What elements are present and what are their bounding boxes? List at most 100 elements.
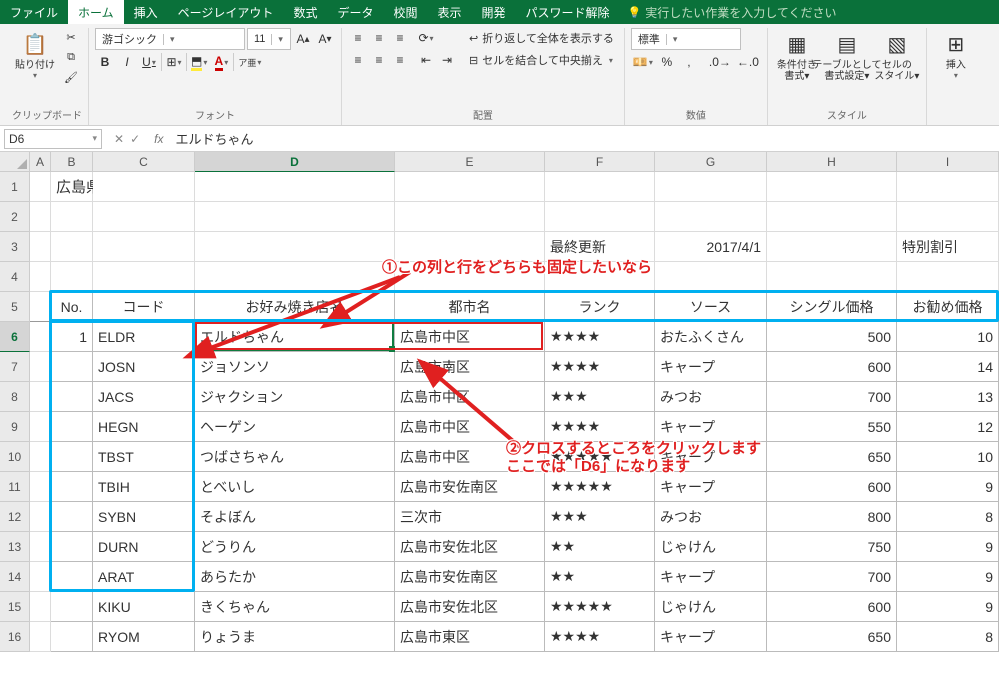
tab-password[interactable]: パスワード解除 [516, 0, 620, 24]
cell[interactable] [30, 172, 51, 202]
cell[interactable] [51, 442, 93, 472]
cell[interactable] [93, 172, 195, 202]
cell[interactable]: お勧め価格 [897, 292, 999, 322]
cell[interactable] [30, 562, 51, 592]
cell[interactable]: きくちゃん [195, 592, 395, 622]
cell[interactable]: DURN [93, 532, 195, 562]
cell[interactable]: つばさちゃん [195, 442, 395, 472]
cell[interactable]: 14 [897, 352, 999, 382]
cell[interactable]: ★★★★★ [545, 442, 655, 472]
cell[interactable]: 1 [51, 322, 93, 352]
name-box[interactable]: D6 [4, 129, 102, 149]
cell[interactable]: HEGN [93, 412, 195, 442]
cell[interactable] [767, 172, 897, 202]
cell[interactable]: りょうま [195, 622, 395, 652]
formula-input[interactable]: エルドちゃん [169, 129, 999, 148]
cell[interactable]: TBST [93, 442, 195, 472]
row-header-6[interactable]: 6 [0, 322, 30, 352]
cell[interactable] [51, 352, 93, 382]
comma-button[interactable]: , [679, 52, 699, 72]
cell[interactable] [395, 262, 545, 292]
cell[interactable] [767, 232, 897, 262]
cell[interactable]: コード [93, 292, 195, 322]
cell[interactable]: 広島市安佐南区 [395, 562, 545, 592]
cell[interactable]: 9 [897, 562, 999, 592]
cell[interactable] [30, 532, 51, 562]
cell[interactable]: ★★ [545, 532, 655, 562]
cell[interactable]: 10 [897, 442, 999, 472]
cell[interactable] [30, 322, 51, 352]
cell[interactable]: 500 [767, 322, 897, 352]
cell[interactable]: みつお [655, 502, 767, 532]
cell[interactable] [51, 622, 93, 652]
fill-color-button[interactable]: ⬒ [189, 52, 209, 72]
cell[interactable] [395, 202, 545, 232]
decrease-indent-button[interactable]: ⇤ [416, 50, 436, 70]
cell[interactable]: じゃけん [655, 592, 767, 622]
cell[interactable] [51, 412, 93, 442]
align-center-button[interactable]: ≡ [369, 50, 389, 70]
cell[interactable]: 8 [897, 622, 999, 652]
tab-review[interactable]: 校閲 [383, 0, 427, 24]
column-header-C[interactable]: C [93, 152, 195, 172]
cell[interactable]: お好み焼き店名 [195, 292, 395, 322]
tab-home[interactable]: ホーム [68, 0, 124, 24]
cell[interactable]: 9 [897, 532, 999, 562]
number-format-dropdown[interactable]: 標準▾ [631, 28, 741, 50]
phonetic-button[interactable]: ア亜 [236, 52, 263, 72]
copy-button[interactable]: ⧉ [62, 48, 80, 66]
cell[interactable]: シングル価格 [767, 292, 897, 322]
align-right-button[interactable]: ≡ [390, 50, 410, 70]
cell[interactable]: 広島市南区 [395, 352, 545, 382]
cell[interactable]: ヘーゲン [195, 412, 395, 442]
cell[interactable] [655, 172, 767, 202]
decrease-font-button[interactable]: A▾ [315, 29, 335, 49]
cell[interactable]: ★★★★ [545, 352, 655, 382]
cell[interactable] [655, 202, 767, 232]
cell[interactable]: 12 [897, 412, 999, 442]
cell[interactable] [897, 172, 999, 202]
cell[interactable] [395, 172, 545, 202]
cell[interactable]: 広島市中区 [395, 442, 545, 472]
cell[interactable]: RYOM [93, 622, 195, 652]
increase-decimal-button[interactable]: .0→ [707, 52, 733, 72]
cell[interactable]: 13 [897, 382, 999, 412]
cell[interactable]: 2017/4/1 [655, 232, 767, 262]
cell[interactable]: 広島市中区 [395, 382, 545, 412]
cell[interactable]: 広島県お好み焼き店リスト [51, 172, 93, 202]
wrap-text-button[interactable]: ↩折り返して全体を表示する [465, 28, 618, 48]
cell[interactable]: ★★★★ [545, 412, 655, 442]
cancel-formula-button[interactable]: ✕ [114, 132, 124, 146]
cell[interactable] [30, 502, 51, 532]
cell[interactable]: みつお [655, 382, 767, 412]
cell[interactable] [195, 262, 395, 292]
underline-button[interactable]: U [139, 52, 159, 72]
cell[interactable]: ★★★★ [545, 622, 655, 652]
align-bottom-button[interactable]: ≡ [390, 28, 410, 48]
cell[interactable]: 9 [897, 472, 999, 502]
cell[interactable]: 広島市中区 [395, 412, 545, 442]
bold-button[interactable]: B [95, 52, 115, 72]
cell[interactable] [545, 262, 655, 292]
column-header-I[interactable]: I [897, 152, 999, 172]
cell[interactable] [545, 202, 655, 232]
cell-styles-button[interactable]: ▧セルの スタイル▾ [874, 28, 920, 84]
cell[interactable]: 9 [897, 592, 999, 622]
tab-page-layout[interactable]: ページレイアウト [168, 0, 284, 24]
cell[interactable] [195, 172, 395, 202]
cell[interactable]: No. [51, 292, 93, 322]
increase-indent-button[interactable]: ⇥ [437, 50, 457, 70]
cell[interactable]: とべいし [195, 472, 395, 502]
tab-formulas[interactable]: 数式 [283, 0, 327, 24]
cell[interactable]: JACS [93, 382, 195, 412]
cell[interactable]: 700 [767, 562, 897, 592]
cell[interactable]: 600 [767, 592, 897, 622]
row-header-12[interactable]: 12 [0, 502, 30, 532]
orientation-button[interactable]: ⟳ [416, 28, 436, 48]
cut-button[interactable]: ✂ [62, 28, 80, 46]
italic-button[interactable]: I [117, 52, 137, 72]
cell[interactable]: キャープ [655, 412, 767, 442]
cell[interactable] [51, 262, 93, 292]
font-name-dropdown[interactable]: 游ゴシック▾ [95, 28, 245, 50]
select-all-corner[interactable] [0, 152, 30, 172]
